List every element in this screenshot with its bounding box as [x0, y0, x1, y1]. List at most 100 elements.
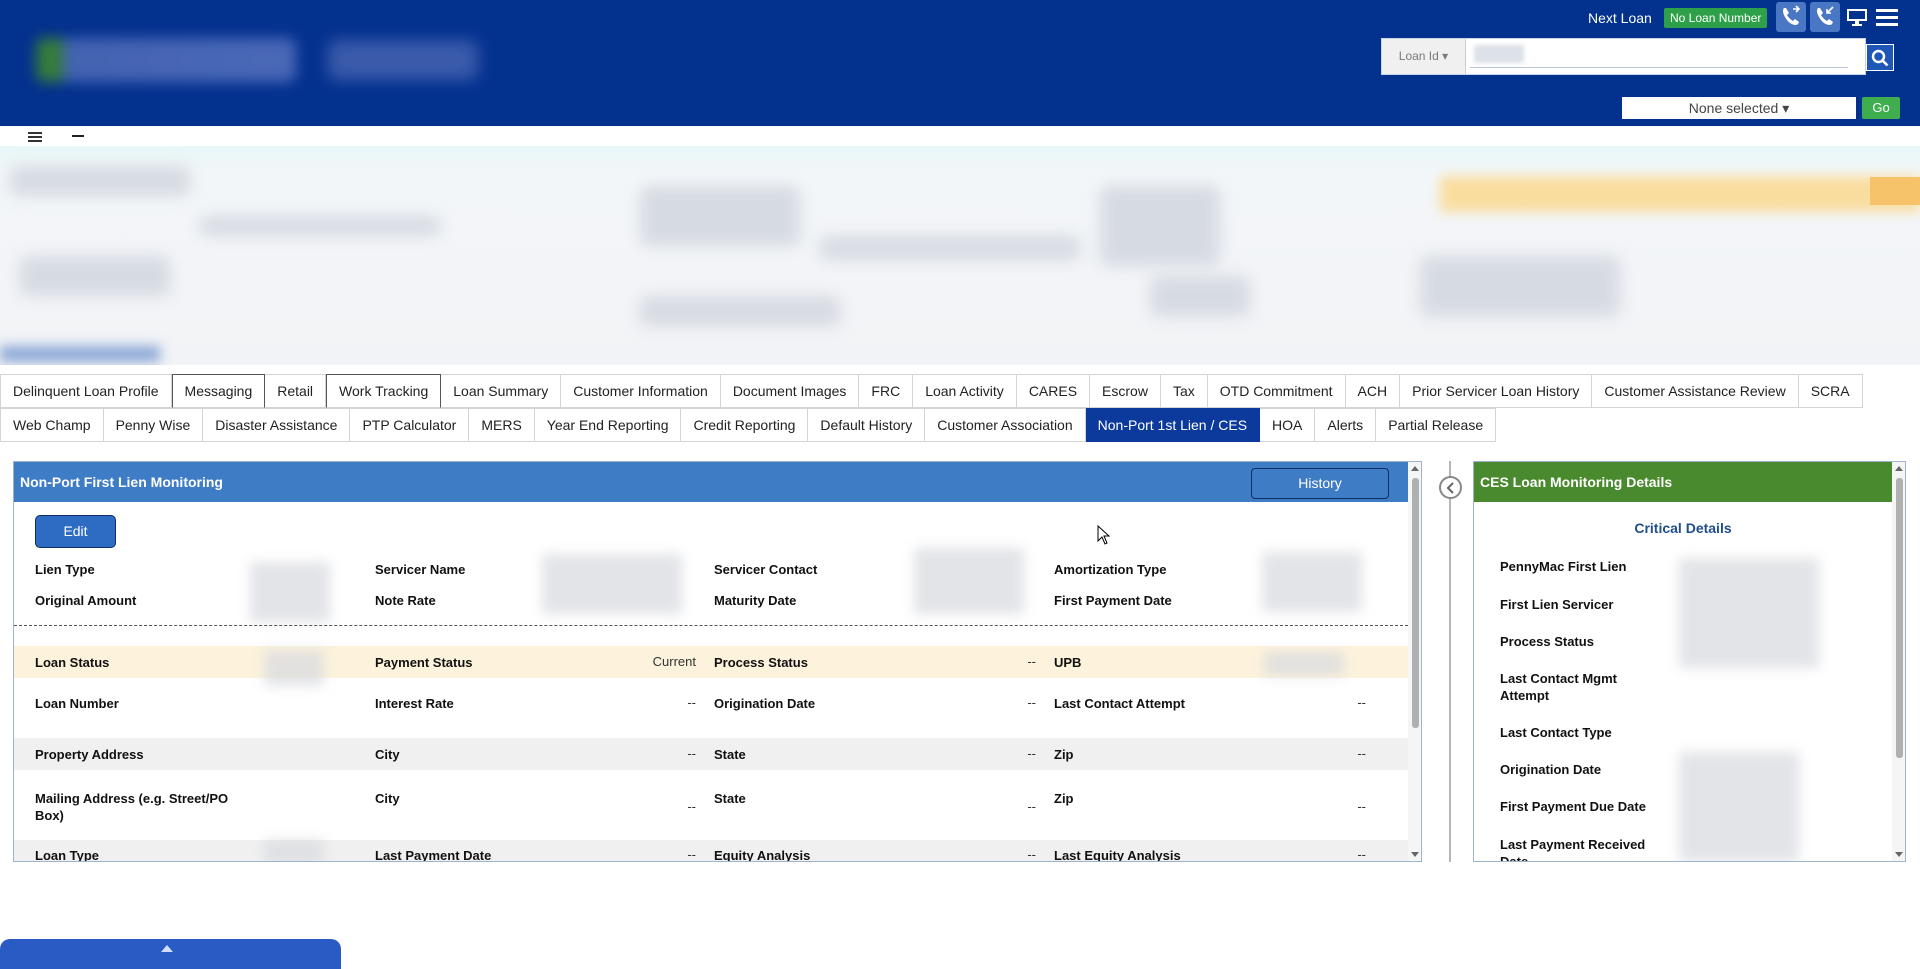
company-logo [36, 38, 296, 82]
queue-select-value: None selected [1688, 100, 1779, 116]
go-button[interactable]: Go [1862, 97, 1900, 119]
panel-header: Non-Port First Lien Monitoring History [14, 462, 1408, 502]
field-label-amortization-type: Amortization Type [1054, 562, 1167, 577]
tab-mers[interactable]: MERS [469, 408, 535, 442]
collapse-panel-button[interactable] [1439, 476, 1462, 499]
section-divider [14, 625, 1408, 626]
scroll-up-icon [1895, 466, 1903, 471]
tab-default-history[interactable]: Default History [808, 408, 926, 442]
tab-year-end-reporting[interactable]: Year End Reporting [534, 408, 682, 442]
field-value: -- [687, 746, 696, 761]
loan-summary-banner-redacted [0, 146, 1920, 365]
tab-cares[interactable]: CARES [1016, 374, 1091, 408]
field-label-first-lien-servicer: First Lien Servicer [1500, 597, 1614, 612]
field-label-city: City [375, 747, 400, 762]
field-label-last-contact-mgmt-attempt: Last Contact Mgmt Attempt [1500, 671, 1617, 703]
tab-disaster-assistance[interactable]: Disaster Assistance [203, 408, 351, 442]
tab-customer-association[interactable]: Customer Association [925, 408, 1086, 442]
right-panel-scrollbar[interactable] [1892, 462, 1905, 861]
field-value: -- [1027, 799, 1036, 814]
field-label-process-status: Process Status [1500, 634, 1594, 649]
app-title-logo [328, 40, 478, 80]
tab-frc[interactable]: FRC [859, 374, 914, 408]
loan-search-input[interactable] [1470, 43, 1848, 68]
field-value: -- [1027, 746, 1036, 761]
tab-hoa[interactable]: HOA [1260, 408, 1316, 442]
field-label-pennymac-first-lien: PennyMac First Lien [1500, 559, 1627, 574]
tab-messaging[interactable]: Messaging [171, 374, 266, 408]
collapse-minus-icon[interactable] [72, 135, 84, 137]
summary-link-redacted [0, 346, 160, 362]
bottom-drawer-toggle[interactable] [0, 939, 341, 969]
hamburger-icon[interactable] [28, 130, 42, 146]
mouse-cursor-icon [1097, 524, 1111, 548]
phone-transfer-icon[interactable] [1810, 2, 1840, 32]
search-button[interactable] [1866, 44, 1894, 71]
field-label-note-rate: Note Rate [375, 593, 436, 608]
panel-title: CES Loan Monitoring Details [1480, 474, 1673, 490]
tab-ach[interactable]: ACH [1345, 374, 1401, 408]
field-label-upb: UPB [1054, 655, 1082, 670]
tab-ptp-calculator[interactable]: PTP Calculator [350, 408, 470, 442]
loan-id-dropdown[interactable]: Loan Id ▾ [1382, 39, 1466, 74]
tab-document-images[interactable]: Document Images [720, 374, 860, 408]
tab-non-port-1st-lien-ces[interactable]: Non-Port 1st Lien / CES [1085, 408, 1261, 442]
field-label-lien-type: Lien Type [35, 562, 95, 577]
tab-otd-commitment[interactable]: OTD Commitment [1207, 374, 1346, 408]
field-label-city: City [375, 791, 400, 806]
field-value: Current [652, 654, 696, 669]
loan-id-label: Loan Id [1398, 49, 1439, 63]
field-label-property-address: Property Address [35, 747, 144, 762]
loan-search-bar: Loan Id ▾ [1381, 38, 1866, 75]
tab-customer-information[interactable]: Customer Information [561, 374, 721, 408]
field-label-maturity-date: Maturity Date [714, 593, 797, 608]
tab-prior-servicer-loan-history[interactable]: Prior Servicer Loan History [1400, 374, 1593, 408]
field-value: -- [1357, 746, 1366, 761]
queue-select-dropdown[interactable]: None selected ▾ [1622, 97, 1856, 119]
field-label-last-contact-attempt: Last Contact Attempt [1054, 696, 1185, 711]
tab-loan-activity[interactable]: Loan Activity [913, 374, 1017, 408]
scroll-thumb [1412, 478, 1419, 728]
field-label-process-status: Process Status [714, 655, 808, 670]
tab-work-tracking[interactable]: Work Tracking [326, 374, 442, 408]
scroll-down-icon [1895, 852, 1903, 857]
field-label-servicer-contact: Servicer Contact [714, 562, 818, 577]
menu-icon[interactable] [1872, 2, 1902, 32]
left-panel-scrollbar[interactable] [1408, 462, 1421, 861]
tabs-row-1: Delinquent Loan Profile Messaging Retail Wo… [0, 374, 1863, 408]
monitor-icon[interactable] [1842, 2, 1872, 32]
edit-button[interactable]: Edit [35, 515, 116, 548]
tab-tax[interactable]: Tax [1160, 374, 1208, 408]
field-label-last-equity-analysis: Last Equity Analysis [1054, 848, 1181, 862]
field-value: -- [1027, 654, 1036, 669]
panel-title: Non-Port First Lien Monitoring [20, 474, 223, 490]
field-label-loan-status: Loan Status [35, 655, 110, 670]
tab-alerts[interactable]: Alerts [1315, 408, 1377, 442]
tab-retail[interactable]: Retail [265, 374, 327, 408]
scroll-down-icon [1411, 852, 1419, 857]
field-value: -- [687, 695, 696, 710]
tab-delinquent-loan-profile[interactable]: Delinquent Loan Profile [0, 374, 172, 408]
field-value: -- [1357, 799, 1366, 814]
field-label-origination-date: Origination Date [1500, 762, 1602, 777]
next-loan-link[interactable]: Next Loan [1588, 10, 1652, 26]
ces-loan-monitoring-panel: CES Loan Monitoring Details Critical Det… [1473, 461, 1906, 862]
tab-web-champ[interactable]: Web Champ [0, 408, 104, 442]
field-value: -- [1027, 695, 1036, 710]
tab-escrow[interactable]: Escrow [1090, 374, 1161, 408]
tab-partial-release[interactable]: Partial Release [1376, 408, 1497, 442]
no-loan-number-badge[interactable]: No Loan Number [1664, 8, 1768, 28]
tab-penny-wise[interactable]: Penny Wise [103, 408, 204, 442]
field-value: -- [1027, 847, 1036, 862]
phone-icon[interactable] [1776, 2, 1806, 32]
tab-credit-reporting[interactable]: Credit Reporting [681, 408, 809, 442]
tab-customer-assistance-review[interactable]: Customer Assistance Review [1592, 374, 1799, 408]
field-label-loan-type: Loan Type [35, 848, 100, 862]
caret-down-icon: ▾ [1782, 100, 1790, 116]
history-button[interactable]: History [1251, 468, 1389, 499]
field-label-original-amount: Original Amount [35, 593, 137, 608]
field-label-loan-number: Loan Number [35, 696, 119, 711]
tab-scra[interactable]: SCRA [1798, 374, 1863, 408]
tab-loan-summary[interactable]: Loan Summary [441, 374, 562, 408]
critical-details-heading: Critical Details [1634, 520, 1732, 536]
